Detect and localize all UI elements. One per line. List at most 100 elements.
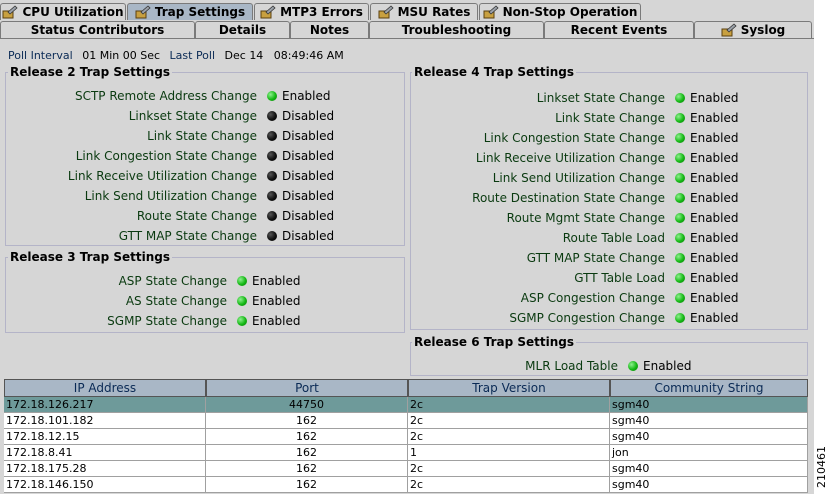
table-row[interactable]: 172.18.126.217 44750 2c sgm40: [4, 397, 808, 413]
enabled-status-icon: [675, 233, 685, 243]
enabled-status-icon: [675, 173, 685, 183]
tool-icon: [2, 5, 19, 19]
release4-setting-row: Route Mgmt State Change Enabled: [0, 208, 739, 228]
table-row[interactable]: 172.18.146.150 162 2c sgm40: [4, 477, 808, 493]
cell-ip: 172.18.146.150: [4, 477, 206, 493]
cell-trap-version: 2c: [408, 397, 610, 413]
tab-cpu-utilization[interactable]: CPU Utilization: [0, 3, 126, 20]
enabled-status-icon: [675, 153, 685, 163]
setting-label: Link Congestion State Change: [483, 131, 665, 145]
setting-value: Enabled: [690, 211, 739, 225]
tab-label: Syslog: [740, 23, 786, 37]
cell-ip: 172.18.12.15: [4, 429, 206, 445]
poll-interval-value: 01 Min 00 Sec: [82, 49, 161, 62]
enabled-status-icon: [675, 113, 685, 123]
cell-community: sgm40: [610, 397, 808, 413]
setting-value: Enabled: [690, 251, 739, 265]
cell-port: 162: [206, 445, 408, 461]
release4-title: Release 4 Trap Settings: [412, 65, 577, 79]
table-row[interactable]: 172.18.175.28 162 2c sgm40: [4, 461, 808, 477]
release4-setting-row: Link Send Utilization Change Enabled: [0, 168, 739, 188]
cell-trap-version: 2c: [408, 477, 610, 493]
tab-msu-rates[interactable]: MSU Rates: [370, 3, 478, 20]
setting-value: Enabled: [690, 291, 739, 305]
tab-panel-border: [0, 38, 814, 39]
figure-id: 210461: [815, 446, 828, 488]
enabled-status-icon: [628, 361, 638, 371]
cell-trap-version: 1: [408, 445, 610, 461]
tab-notes[interactable]: Notes: [290, 21, 369, 38]
setting-label: Route Table Load: [562, 231, 665, 245]
tab-label: CPU Utilization: [22, 5, 124, 19]
tab-troubleshooting[interactable]: Troubleshooting: [369, 21, 544, 38]
cell-port: 162: [206, 461, 408, 477]
setting-value: Enabled: [690, 111, 739, 125]
table-row[interactable]: 172.18.101.182 162 2c sgm40: [4, 413, 808, 429]
setting-value: Enabled: [690, 311, 739, 325]
cell-community: sgm40: [610, 413, 808, 429]
tab-syslog[interactable]: Syslog: [694, 21, 812, 38]
setting-value: Enabled: [690, 131, 739, 145]
cell-community: sgm40: [610, 429, 808, 445]
setting-value: Enabled: [690, 151, 739, 165]
last-poll-value: Dec 14 08:49:46 AM: [224, 49, 344, 62]
setting-label: ASP Congestion Change: [520, 291, 665, 305]
trap-receivers-table: IP Address Port Trap Version Community S…: [4, 379, 808, 493]
table-header: IP Address Port Trap Version Community S…: [4, 379, 808, 397]
column-header-community[interactable]: Community String: [610, 379, 808, 397]
cell-port: 162: [206, 413, 408, 429]
setting-label: GTT Table Load: [574, 271, 665, 285]
poll-interval-label: Poll Interval: [8, 49, 73, 62]
tab-non-stop-operation[interactable]: Non-Stop Operation: [479, 3, 641, 20]
setting-value: Enabled: [690, 91, 739, 105]
table-row[interactable]: 172.18.12.15 162 2c sgm40: [4, 429, 808, 445]
cell-ip: 172.18.126.217: [4, 397, 206, 413]
table-row[interactable]: 172.18.8.41 162 1 jon: [4, 445, 808, 461]
release4-setting-row: Link State Change Enabled: [0, 108, 739, 128]
setting-value: Enabled: [690, 171, 739, 185]
tab-recent-events[interactable]: Recent Events: [544, 21, 694, 38]
tab-status-contributors[interactable]: Status Contributors: [0, 21, 195, 38]
enabled-status-icon: [675, 213, 685, 223]
setting-value: Enabled: [690, 231, 739, 245]
tab-details[interactable]: Details: [195, 21, 290, 38]
cell-community: sgm40: [610, 461, 808, 477]
setting-label: Route Mgmt State Change: [506, 211, 665, 225]
release4-setting-row: ASP Congestion Change Enabled: [0, 288, 739, 308]
tab-label: Details: [218, 23, 267, 37]
column-header-ip[interactable]: IP Address: [4, 379, 206, 397]
tab-row-primary: CPU Utilization Trap Settings MTP3 Error…: [0, 3, 642, 22]
release4-setting-row: Route Table Load Enabled: [0, 228, 739, 248]
column-header-port[interactable]: Port: [206, 379, 408, 397]
enabled-status-icon: [675, 273, 685, 283]
tab-label: Status Contributors: [30, 23, 165, 37]
setting-value: Enabled: [690, 271, 739, 285]
cell-community: jon: [610, 445, 808, 461]
tool-icon: [721, 23, 737, 37]
cell-trap-version: 2c: [408, 461, 610, 477]
enabled-status-icon: [675, 193, 685, 203]
setting-label: Link Send Utilization Change: [492, 171, 665, 185]
setting-label: SGMP Congestion Change: [509, 311, 665, 325]
tab-trap-settings[interactable]: Trap Settings: [127, 3, 253, 20]
cell-ip: 172.18.101.182: [4, 413, 206, 429]
enabled-status-icon: [675, 253, 685, 263]
release4-setting-row: Link Receive Utilization Change Enabled: [0, 148, 739, 168]
release4-setting-row: GTT Table Load Enabled: [0, 268, 739, 288]
trap-settings-window: CPU Utilization Trap Settings MTP3 Error…: [0, 0, 814, 494]
cell-ip: 172.18.175.28: [4, 461, 206, 477]
tab-label: Recent Events: [570, 23, 668, 37]
enabled-status-icon: [675, 133, 685, 143]
release6-title: Release 6 Trap Settings: [412, 335, 577, 349]
tool-icon: [135, 5, 151, 19]
cell-port: 162: [206, 429, 408, 445]
tab-mtp3-errors[interactable]: MTP3 Errors: [254, 3, 369, 20]
enabled-status-icon: [675, 293, 685, 303]
tab-label: Troubleshooting: [401, 23, 512, 37]
column-header-trap-version[interactable]: Trap Version: [408, 379, 610, 397]
setting-label: GTT MAP State Change: [526, 251, 665, 265]
table-body: 172.18.126.217 44750 2c sgm40 172.18.101.182…: [4, 397, 808, 493]
poll-info: Poll Interval 01 Min 00 Sec Last Poll De…: [8, 49, 350, 62]
tab-label: Notes: [309, 23, 350, 37]
enabled-status-icon: [675, 93, 685, 103]
